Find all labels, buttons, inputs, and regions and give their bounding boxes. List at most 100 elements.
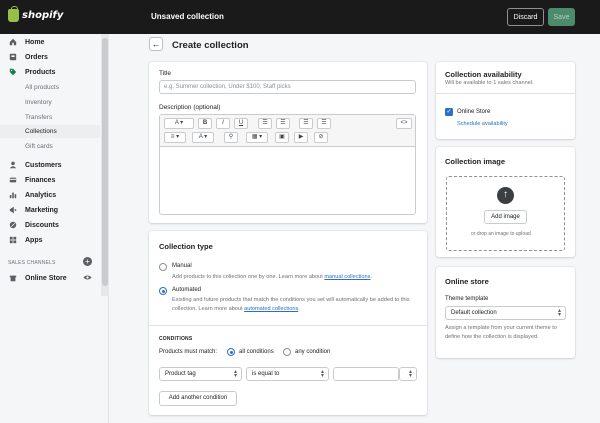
manual-radio[interactable] [159, 263, 167, 271]
sidebar-item-products[interactable]: Products [0, 65, 100, 79]
sidebar-scrollbar-thumb[interactable] [102, 38, 108, 286]
sidebar-subitem-inventory[interactable]: Inventory [0, 96, 100, 109]
add-condition-button[interactable]: Add another condition [159, 391, 237, 406]
code-icon: <> [400, 120, 408, 126]
insert-video-button[interactable]: ▶ [294, 132, 308, 143]
sidebar-item-apps[interactable]: Apps [0, 233, 100, 247]
shopify-logo[interactable]: shopify [8, 6, 63, 22]
analytics-icon [9, 192, 17, 199]
all-conditions-radio[interactable] [227, 348, 235, 356]
save-button[interactable]: Save [548, 8, 575, 26]
condition-operator-value: is equal to [252, 371, 280, 377]
collection-type-card: Collection type Manual Add products to t… [149, 231, 427, 415]
sidebar-item-label: Discounts [25, 221, 59, 229]
sidebar-item-home[interactable]: Home [0, 35, 100, 49]
online-store-channel-label: Online Store [457, 109, 491, 115]
text-color-dropdown[interactable]: A ▾ [192, 132, 214, 143]
title-input[interactable]: e.g. Summer collection, Under $100, Staf… [159, 80, 416, 94]
customers-icon [9, 161, 17, 169]
add-channel-button[interactable]: + [83, 257, 92, 266]
italic-button[interactable]: I [216, 118, 230, 129]
condition-field-select[interactable]: Product tag ▴ ▾ [159, 367, 242, 381]
numbered-list-icon: ☰ [280, 120, 286, 126]
align-dropdown[interactable]: ≡ ▾ [164, 132, 186, 143]
paragraph-dropdown[interactable]: A ▾ [164, 118, 194, 129]
link-icon: ⚲ [228, 134, 234, 140]
any-condition-radio[interactable] [283, 348, 291, 356]
back-button[interactable]: ← [149, 37, 163, 51]
availability-card: Collection availability Will be availabl… [436, 62, 575, 139]
condition-value-stepper[interactable]: ▴ ▾ [399, 367, 417, 381]
bold-button[interactable]: B [198, 118, 212, 129]
online-store-checkbox[interactable]: ✓ [445, 108, 453, 116]
sidebar-item-label: Finances [25, 176, 56, 184]
sidebar-item-customers[interactable]: Customers [0, 158, 100, 172]
manual-collections-link[interactable]: manual collections [324, 274, 370, 280]
text-color-icon: A ▾ [198, 134, 208, 140]
sidebar-item-orders[interactable]: Orders [0, 50, 100, 64]
underline-icon: U [238, 120, 244, 126]
all-conditions-label: all conditions [239, 349, 274, 355]
link-button[interactable]: ⚲ [224, 132, 238, 143]
numbered-list-button[interactable]: ☰ [276, 118, 290, 129]
orders-icon [9, 53, 17, 61]
description-textarea[interactable] [160, 148, 415, 214]
sidebar-item-label: Products [25, 68, 56, 76]
automated-label: Automated [172, 287, 202, 293]
sidebar-item-discounts[interactable]: Discounts [0, 218, 100, 232]
video-icon: ▶ [298, 134, 304, 140]
sidebar-item-label: Online Store [25, 274, 67, 282]
automated-radio[interactable] [159, 287, 167, 295]
discard-button[interactable]: Discard [507, 8, 544, 26]
italic-icon: I [222, 120, 224, 126]
online-store-card: Online store Theme template Default coll… [436, 267, 575, 358]
eye-icon[interactable] [83, 274, 92, 281]
sidebar: Home Orders Products All products Invent… [0, 34, 109, 423]
sidebar-subitem-label: Transfers [25, 114, 53, 121]
sidebar-item-label: Apps [25, 236, 43, 244]
details-card: Title e.g. Summer collection, Under $100… [149, 62, 427, 223]
sidebar-subitem-label: Gift cards [25, 143, 53, 150]
sidebar-item-label: Home [25, 38, 45, 46]
theme-template-value: Default collection [451, 310, 497, 316]
checkmark-icon: ✓ [446, 109, 452, 115]
html-toggle-button[interactable]: <> [396, 118, 412, 129]
clear-formatting-button[interactable]: ⊘ [314, 132, 328, 143]
sidebar-subitem-label: All products [25, 84, 59, 91]
image-dropzone[interactable]: ↑ Add image or drop an image to upload [446, 176, 565, 251]
description-label: Description (optional) [159, 104, 221, 111]
online-store-heading: Online store [445, 277, 489, 286]
condition-field-value: Product tag [165, 371, 196, 377]
insert-image-button[interactable]: ▣ [275, 132, 289, 143]
sidebar-subitem-transfers[interactable]: Transfers [0, 111, 100, 124]
finances-icon [9, 177, 17, 183]
condition-operator-select[interactable]: is equal to ▴ ▾ [246, 367, 329, 381]
sidebar-subitem-label: Collections [25, 128, 57, 135]
paragraph-icon: A ▾ [174, 120, 184, 126]
sidebar-item-marketing[interactable]: Marketing [0, 203, 100, 217]
select-arrows-icon: ▴ ▾ [408, 369, 412, 379]
sales-channels-header: SALES CHANNELS [8, 260, 56, 266]
image-icon: ▣ [279, 134, 285, 140]
sidebar-subitem-gift-cards[interactable]: Gift cards [0, 140, 100, 153]
add-image-button[interactable]: Add image [484, 210, 527, 224]
divider [436, 93, 575, 94]
store-icon [9, 275, 17, 282]
manual-label: Manual [172, 263, 192, 269]
sidebar-item-analytics[interactable]: Analytics [0, 188, 100, 202]
theme-template-select[interactable]: Default collection ▴ ▾ [445, 306, 566, 320]
sidebar-item-finances[interactable]: Finances [0, 173, 100, 187]
sidebar-subitem-collections[interactable]: Collections [0, 125, 100, 138]
underline-button[interactable]: U [234, 118, 248, 129]
indent-button[interactable]: ☰ [317, 118, 331, 129]
sidebar-subitem-all-products[interactable]: All products [0, 81, 100, 94]
automated-collections-link[interactable]: automated collections [244, 306, 298, 312]
any-condition-label: any condition [295, 349, 331, 355]
table-dropdown[interactable]: ▦ ▾ [246, 132, 268, 143]
bullet-list-button[interactable]: ☰ [258, 118, 272, 129]
outdent-button[interactable]: ☰ [299, 118, 313, 129]
schedule-availability-link[interactable]: Schedule availability [457, 120, 508, 129]
top-bar: shopify Unsaved collection Discard Save [0, 0, 600, 34]
condition-value-input[interactable] [333, 367, 399, 381]
automated-description: Existing and future products that match … [172, 297, 410, 312]
